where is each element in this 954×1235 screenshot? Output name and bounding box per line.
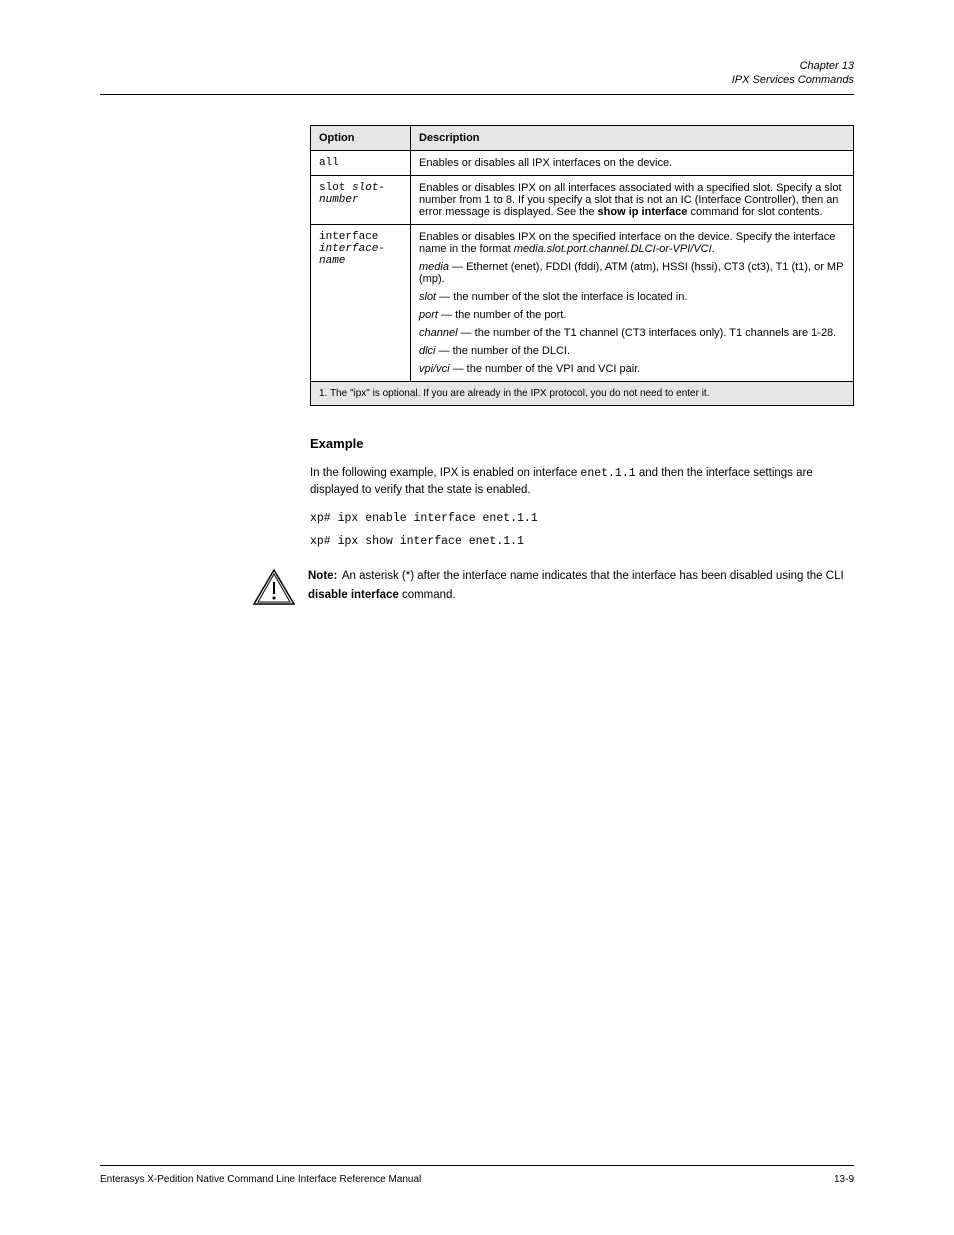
table-cell-description: Enables or disables all IPX interfaces o… xyxy=(411,151,854,176)
footer-page-number: 13-9 xyxy=(834,1174,854,1185)
note-label: Note: xyxy=(308,570,337,582)
table-cell-option: all xyxy=(311,151,411,176)
command-line-2: xp# ipx show interface enet.1.1 xyxy=(310,535,854,548)
command-line-1: xp# ipx enable interface enet.1.1 xyxy=(310,512,854,525)
page-footer: Enterasys X-Pedition Native Command Line… xyxy=(100,1165,854,1185)
note-icon xyxy=(250,566,298,608)
page-header: Chapter 13 IPX Services Commands xyxy=(100,60,854,95)
section-title-example: Example xyxy=(310,436,854,451)
example-paragraph: In the following example, IPX is enabled… xyxy=(310,465,854,500)
footer-doc-title: Enterasys X-Pedition Native Command Line… xyxy=(100,1174,421,1185)
table-cell-option: interface interface-name xyxy=(311,225,411,382)
note-block: Note: An asterisk (*) after the interfac… xyxy=(250,566,854,608)
chapter-title: IPX Services Commands xyxy=(100,74,854,86)
options-table: Option Description allEnables or disable… xyxy=(310,125,854,406)
table-cell-description: Enables or disables IPX on the specified… xyxy=(411,225,854,382)
chapter-label: Chapter 13 xyxy=(100,60,854,72)
table-header-description: Description xyxy=(411,126,854,151)
table-cell-option: slot slot-number xyxy=(311,176,411,225)
note-text: An asterisk (*) after the interface name… xyxy=(308,570,844,601)
table-cell-description: Enables or disables IPX on all interface… xyxy=(411,176,854,225)
table-header-option: Option xyxy=(311,126,411,151)
table-footnote: 1. The "ipx" is optional. If you are alr… xyxy=(311,382,854,406)
